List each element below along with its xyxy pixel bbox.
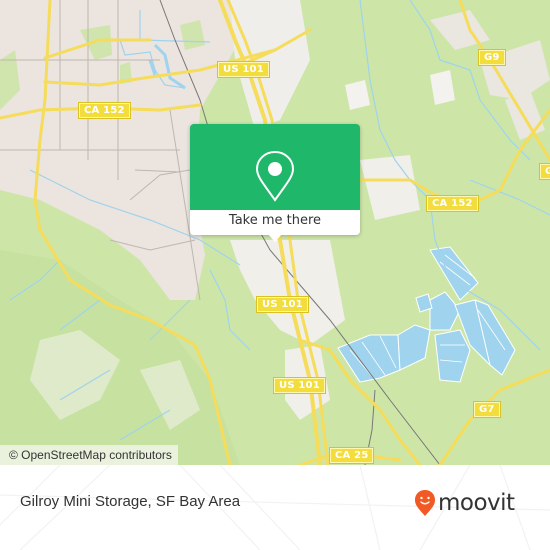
- road-label-us101-mid: US 101: [256, 296, 309, 313]
- road-label-us101-north: US 101: [217, 61, 270, 78]
- brand-name: moovit: [438, 489, 515, 516]
- place-name: Gilroy Mini Storage, SF Bay Area: [20, 493, 241, 510]
- map-pin-icon: [255, 150, 295, 202]
- road-label-ca152-west: CA 152: [78, 102, 131, 119]
- road-label-g7: G7: [473, 401, 501, 418]
- popup-pointer: [268, 234, 282, 242]
- road-label-us101-south: US 101: [273, 377, 326, 394]
- map-view[interactable]: US 101 CA 152 G9 CA 152 G US 101 US 101 …: [0, 0, 550, 465]
- map-attribution[interactable]: © OpenStreetMap contributors: [0, 445, 178, 465]
- take-me-there-button[interactable]: Take me there: [190, 210, 360, 235]
- moovit-pin-smile-icon: [415, 490, 435, 516]
- footer: Gilroy Mini Storage, SF Bay Area moovit: [0, 465, 550, 550]
- road-label-ca25: CA 25: [328, 447, 375, 464]
- road-label-g9: G9: [478, 49, 506, 66]
- road-label-ca152-east: CA 152: [426, 195, 479, 212]
- road-label-g-cut: G: [538, 163, 550, 180]
- popup-header: [190, 124, 360, 210]
- location-popup: Take me there: [190, 124, 360, 242]
- moovit-logo[interactable]: moovit: [414, 485, 515, 521]
